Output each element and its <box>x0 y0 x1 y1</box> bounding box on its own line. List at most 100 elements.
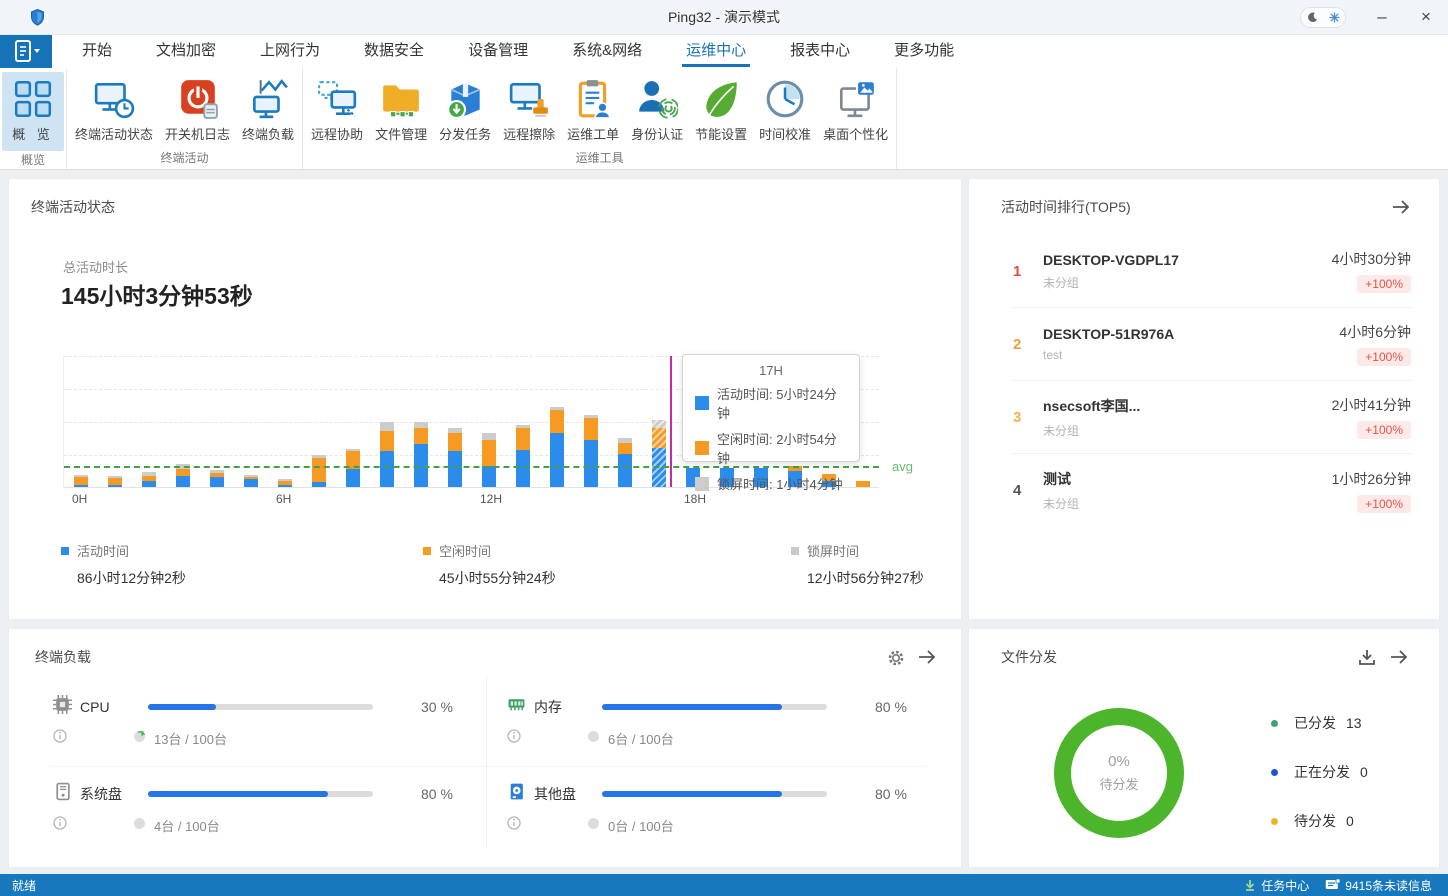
ribbon-tab-row: 开始 文档加密 上网行为 数据安全 设备管理 系统&网络 运维中心 报表中心 更多功能 <box>0 35 1448 68</box>
info-icon[interactable] <box>53 816 67 835</box>
activity-ranking-panel: 活动时间排行(TOP5) 1 DESKTOP-VGDPL17 未分组 4小时30分钟 +… <box>968 178 1440 620</box>
ranking-row[interactable]: 3 nsecsoft李国... 未分组 2小时41分钟 +100% <box>1013 381 1411 454</box>
chart-bar-23h[interactable] <box>856 480 870 487</box>
arrow-right-icon[interactable] <box>1391 199 1411 220</box>
chart-bar-13h[interactable] <box>516 424 530 487</box>
bar-segment <box>618 454 632 487</box>
identity-button[interactable]: 身份认证 <box>625 72 689 145</box>
load-item-其他盘: 其他盘 80 % 0台 / 100台 <box>507 782 927 835</box>
monitor-chart-button[interactable]: 终端负载 <box>236 72 300 145</box>
memory-icon <box>507 695 526 719</box>
leaf-button[interactable]: 节能设置 <box>689 72 753 145</box>
chart-bar-0h[interactable] <box>74 475 88 487</box>
bar-segment <box>482 465 496 487</box>
task-center-button[interactable]: 任务中心 <box>1244 877 1309 894</box>
chart-bar-12h[interactable] <box>482 432 496 487</box>
legend-value: 86小时12分钟2秒 <box>77 570 186 586</box>
ribbon-tab[interactable]: 开始 <box>60 35 134 68</box>
ops-ticket-button[interactable]: 运维工单 <box>561 72 625 145</box>
ranking-row[interactable]: 1 DESKTOP-VGDPL17 未分组 4小时30分钟 +100% <box>1013 235 1411 308</box>
load-row-sub: 4台 / 100台 <box>53 816 473 835</box>
terminal-count: 6台 / 100台 <box>608 732 674 747</box>
divider <box>486 677 487 849</box>
chart-bar-10h[interactable] <box>414 421 428 487</box>
ribbon-group-label: 运维工具 <box>575 151 624 165</box>
ribbon-tool-label: 终端负载 <box>242 127 295 142</box>
chart-bar-11h[interactable] <box>448 428 462 487</box>
bar-segment <box>380 451 394 487</box>
ribbon-tool-label: 文件管理 <box>375 127 428 142</box>
close-button[interactable]: × <box>1404 0 1448 35</box>
remote-wipe-button[interactable]: 远程擦除 <box>497 72 561 145</box>
ribbon-tool-label: 桌面个性化 <box>823 127 889 142</box>
unread-messages-button[interactable]: 9415条未读信息 <box>1325 877 1432 894</box>
ranking-list: 1 DESKTOP-VGDPL17 未分组 4小时30分钟 +100% 2 DESKTOP-… <box>969 235 1439 527</box>
distribution-donut: 0% 待分发 <box>1054 708 1184 838</box>
ribbon-tab[interactable]: 数据安全 <box>342 35 446 68</box>
ribbon-tab[interactable]: 文档加密 <box>134 35 238 68</box>
ribbon-tab[interactable]: 系统&网络 <box>550 35 664 68</box>
chart-legend-item: 锁屏时间 12小时56分钟27秒 <box>791 541 924 588</box>
ribbon-tab[interactable]: 更多功能 <box>872 35 976 68</box>
chart-bar-17h[interactable] <box>652 420 666 487</box>
chart-bar-1h[interactable] <box>108 475 122 487</box>
chart-bar-9h[interactable] <box>380 421 394 487</box>
ribbon-tab[interactable]: 设备管理 <box>446 35 550 68</box>
desktop-custom-icon <box>835 76 877 122</box>
ribbon-tab[interactable]: 上网行为 <box>238 35 342 68</box>
gear-icon[interactable] <box>887 649 905 672</box>
main-menu-button[interactable] <box>0 35 52 68</box>
chart-bar-7h[interactable] <box>312 454 326 487</box>
chart-bar-16h[interactable] <box>618 437 632 487</box>
bar-segment <box>278 480 292 485</box>
desktop-custom-button[interactable]: 桌面个性化 <box>817 72 894 145</box>
load-row-sub: 13台 / 100台 <box>53 729 473 748</box>
bar-segment <box>856 480 870 487</box>
arrow-right-icon[interactable] <box>1389 649 1409 670</box>
document-menu-icon <box>15 39 40 62</box>
minimize-button[interactable]: – <box>1360 0 1404 35</box>
legend-value: 0 <box>1360 764 1368 780</box>
ribbon-tool-label: 远程擦除 <box>503 127 556 142</box>
chart-bar-2h[interactable] <box>142 472 156 487</box>
info-icon[interactable] <box>507 729 521 748</box>
bar-segment <box>482 439 496 466</box>
leaf-icon <box>700 76 742 122</box>
folder-icon <box>380 76 422 122</box>
legend-swatch <box>791 546 799 555</box>
ribbon-group: 概 览概览 <box>0 68 67 169</box>
info-icon[interactable] <box>53 729 67 748</box>
status-bar: 就绪 任务中心 9415条未读信息 <box>0 874 1448 896</box>
ribbon-tool-label: 时间校准 <box>759 127 812 142</box>
dispatch-box-icon <box>444 76 486 122</box>
chart-bar-6h[interactable] <box>278 478 292 487</box>
chart-bar-15h[interactable] <box>584 414 598 487</box>
bar-segment <box>176 476 190 487</box>
chart-bar-4h[interactable] <box>210 469 224 487</box>
ribbon-tab[interactable]: 报表中心 <box>768 35 872 68</box>
remote-assist-button[interactable]: 远程协助 <box>305 72 369 145</box>
chart-bar-5h[interactable] <box>244 475 258 487</box>
delta-badge: +100% <box>1357 275 1411 293</box>
activity-duration: 4小时30分钟 <box>1331 251 1411 267</box>
overview-button[interactable]: 概 览 <box>2 72 64 151</box>
file-distribution-panel: 文件分发 0% 待分发 已分发 13 正在分发 0 待分发 0 <box>968 628 1440 868</box>
dispatch-box-button[interactable]: 分发任务 <box>433 72 497 145</box>
chart-bar-14h[interactable] <box>550 406 564 487</box>
theme-toggle[interactable] <box>1300 7 1346 28</box>
load-progress-fill <box>148 704 216 710</box>
ranking-row[interactable]: 2 DESKTOP-51R976A test 4小时6分钟 +100% <box>1013 308 1411 381</box>
power-log-button[interactable]: 开关机日志 <box>159 72 236 145</box>
monitor-clock-button[interactable]: 终端活动状态 <box>69 72 159 145</box>
ribbon-tab[interactable]: 运维中心 <box>664 35 768 68</box>
ranking-row[interactable]: 4 测试 未分组 1小时26分钟 +100% <box>1013 454 1411 527</box>
clock-button[interactable]: 时间校准 <box>753 72 817 145</box>
bar-segment <box>448 432 462 452</box>
download-icon[interactable] <box>1357 649 1377 672</box>
folder-button[interactable]: 文件管理 <box>369 72 433 145</box>
load-label: 其他盘 <box>534 786 576 802</box>
arrow-right-icon[interactable] <box>917 649 937 670</box>
terminal-group: 未分组 <box>1043 497 1080 511</box>
info-icon[interactable] <box>507 816 521 835</box>
total-activity-value: 145小时3分钟53秒 <box>61 283 253 309</box>
